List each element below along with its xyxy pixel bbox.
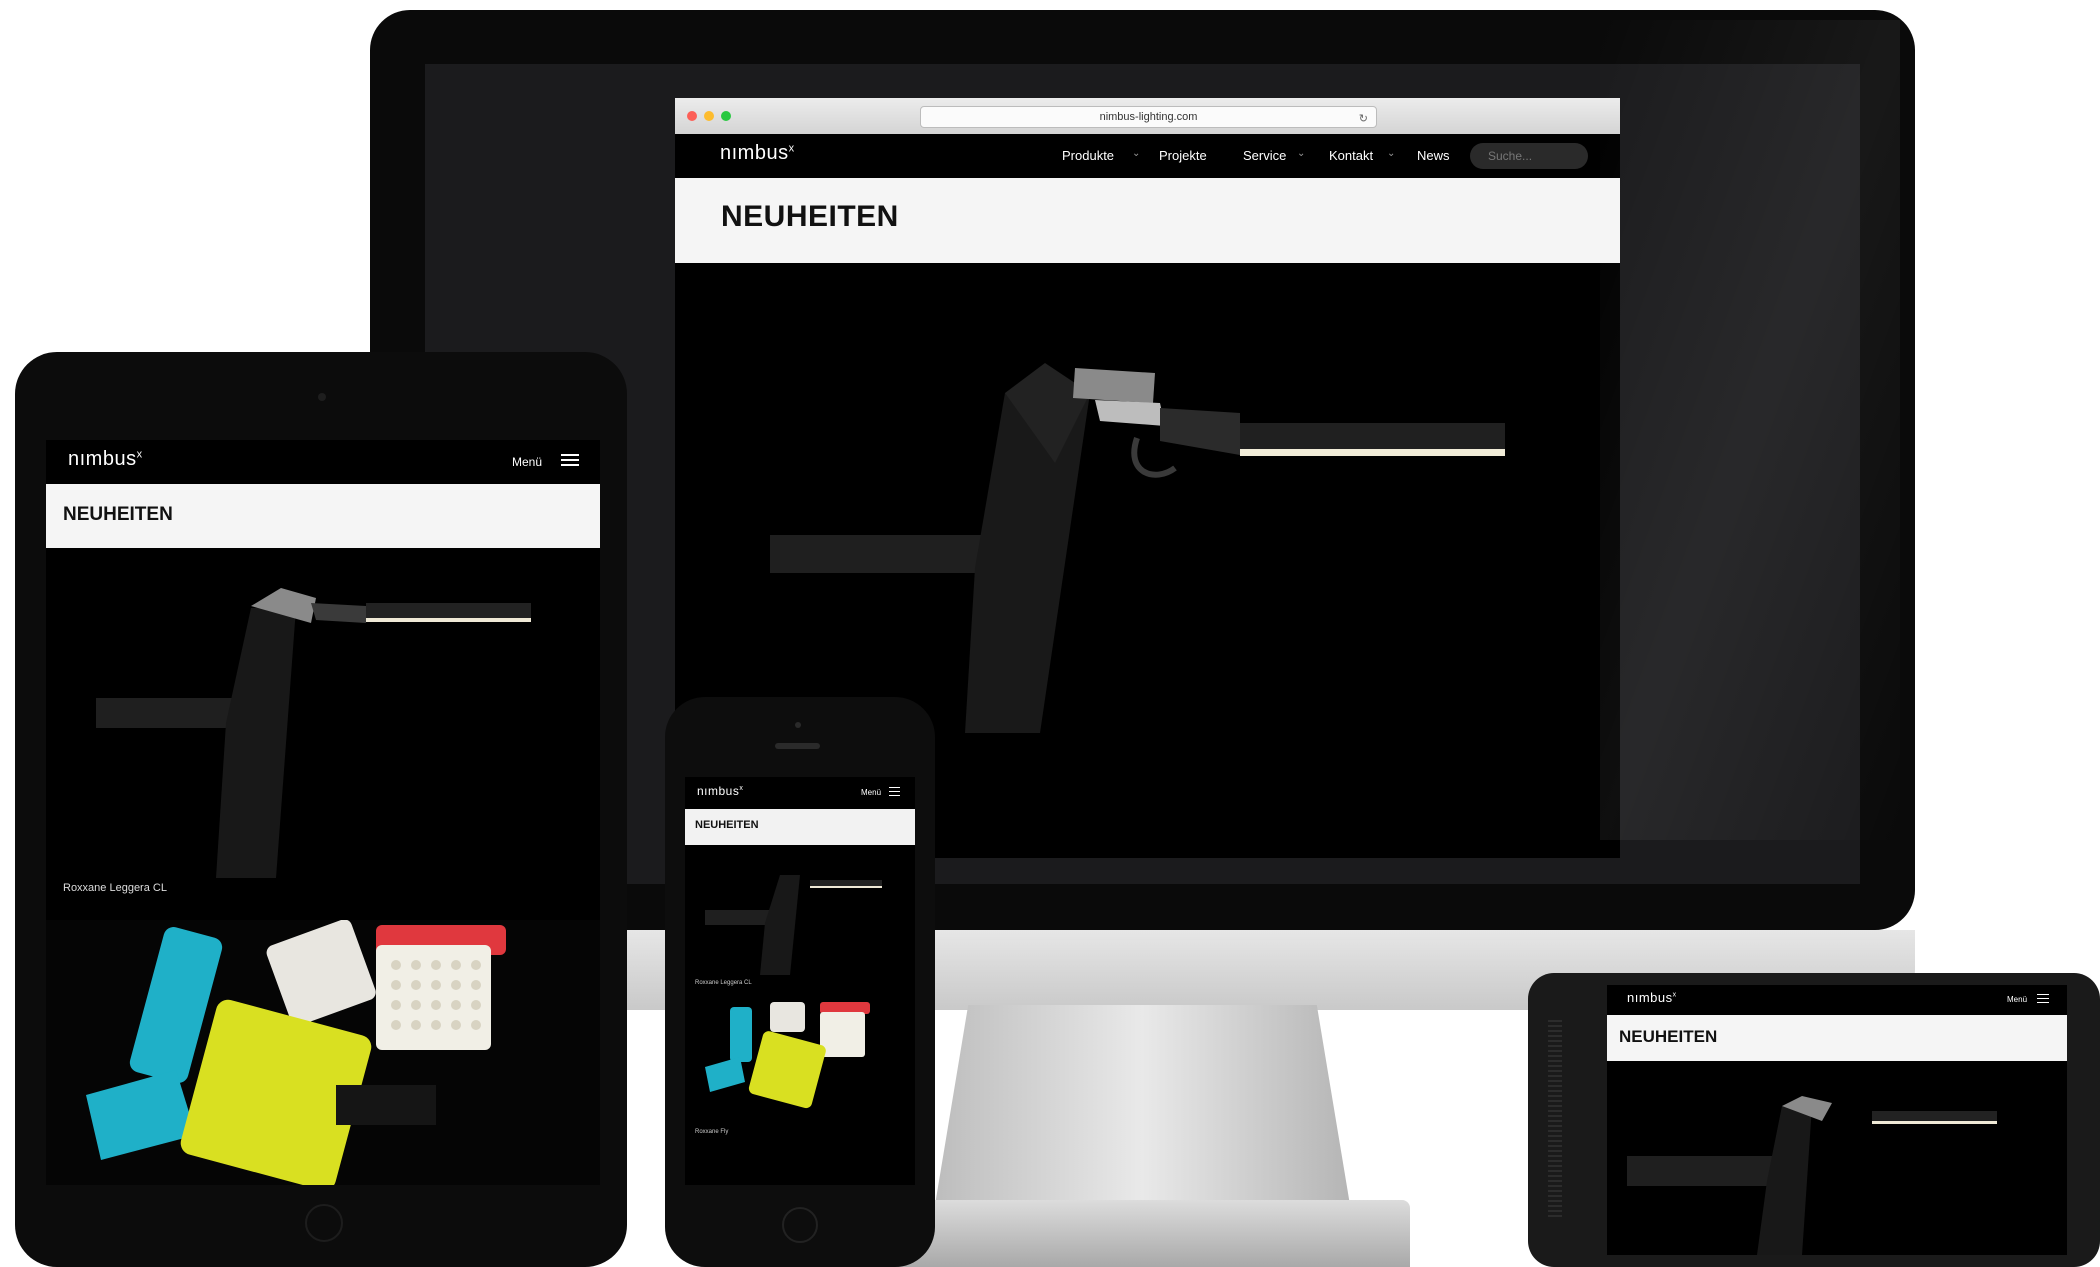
logo-mark: x [136,448,143,461]
desk-lamp-image[interactable] [46,548,600,878]
address-bar[interactable]: nimbus-lighting.com ↻ [920,106,1377,128]
landscape-page-header: NEUHEITEN [1607,1015,2067,1061]
tablet-camera [318,393,326,401]
tablet-page-title: NEUHEITEN [63,504,173,525]
zoom-window-button[interactable] [721,111,731,121]
nav-service[interactable]: Service [1243,148,1286,163]
site-logo[interactable]: nımbusx [720,142,795,165]
tablet-item-caption[interactable]: Roxxane Leggera CL [63,882,167,894]
nav-projekte[interactable]: Projekte [1159,148,1207,163]
phone-caption-1[interactable]: Roxxane Leggera CL [695,980,752,986]
reload-icon[interactable]: ↻ [1359,109,1368,129]
nav-news[interactable]: News [1417,148,1450,163]
browser-toolbar: nimbus-lighting.com ↻ [675,98,1620,135]
colorful-lamps-image[interactable] [685,997,915,1127]
landscape-phone-screen: nımbusx Menü NEUHEITEN [1607,985,2067,1255]
nav-produkte[interactable]: Produkte [1062,148,1114,163]
phone-speaker [775,743,820,749]
phone-camera [795,722,801,728]
site-navbar: nımbusx Produkte ⌄ Projekte Service ⌄ Ko… [675,134,1620,178]
hamburger-icon[interactable] [889,784,900,799]
logo-text: nımbus [697,784,740,798]
hamburger-icon[interactable] [561,451,579,469]
menu-button[interactable]: Menü [2007,995,2027,1004]
logo-mark: x [788,142,795,155]
phone-page-header: NEUHEITEN [685,809,915,845]
logo-mark: x [1672,991,1677,999]
colorful-lamps-image [86,919,506,1185]
logo-text: nımbus [720,142,789,164]
chevron-down-icon: ⌄ [1297,148,1306,159]
desk-lamp-image[interactable] [685,845,915,975]
tablet-navbar: nımbusx Menü [46,440,600,484]
chevron-down-icon: ⌄ [1387,148,1396,159]
chevron-down-icon: ⌄ [1132,148,1141,159]
minimize-window-button[interactable] [704,111,714,121]
tablet-screen: nımbusx Menü NEUHEITEN Roxxane Leggera C… [46,440,600,1185]
landscape-page-title: NEUHEITEN [1619,1027,1718,1046]
phone-navbar: nımbusx Menü [685,777,915,809]
search-input[interactable]: Suche... [1470,143,1588,169]
monitor-stand [935,1005,1350,1205]
tablet-feature-image[interactable] [46,919,600,1185]
menu-button[interactable]: Menü [861,788,881,797]
logo-text: nımbus [68,448,137,470]
address-bar-url: nimbus-lighting.com [1099,111,1198,123]
desk-lamp-image[interactable] [1607,1061,2067,1255]
phone-screen: nımbusx Menü NEUHEITEN Roxxane Leggera C… [685,777,915,1185]
landscape-navbar: nımbusx Menü [1607,985,2067,1015]
tablet-page-header: NEUHEITEN [46,484,600,548]
landscape-logo[interactable]: nımbusx [1627,990,1677,1005]
home-button[interactable] [305,1204,343,1242]
phone-logo[interactable]: nımbusx [697,784,743,798]
logo-mark: x [739,785,744,792]
nav-kontakt[interactable]: Kontakt [1329,148,1373,163]
home-button[interactable] [782,1207,818,1243]
close-window-button[interactable] [687,111,697,121]
screen-glare [1600,20,1900,840]
phone-speaker-grille [1548,1020,1562,1220]
hamburger-icon[interactable] [2037,991,2049,1006]
phone-caption-2[interactable]: Roxxane Fly [695,1129,728,1135]
logo-text: nımbus [1627,990,1673,1005]
page-title: NEUHEITEN [721,200,899,233]
page-header: NEUHEITEN [675,178,1620,263]
tablet-logo[interactable]: nımbusx [68,448,143,471]
menu-button[interactable]: Menü [512,455,542,469]
monitor-stand-foot [880,1200,1410,1267]
phone-page-title: NEUHEITEN [695,819,759,831]
